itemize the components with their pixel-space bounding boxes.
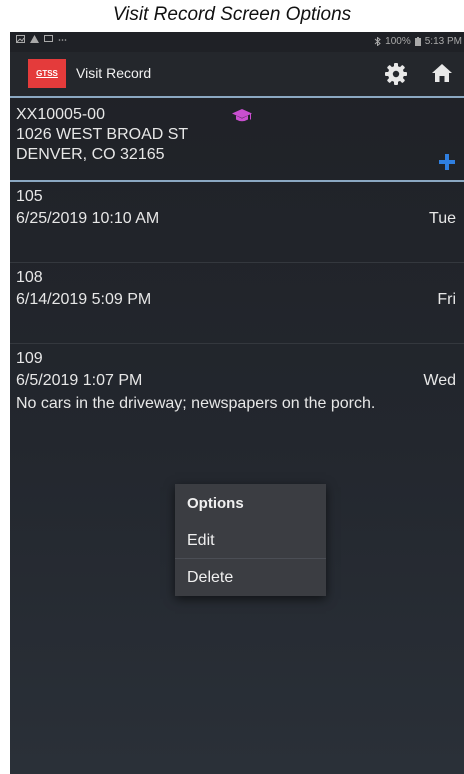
visit-id: 105 <box>16 188 43 205</box>
more-notifications-icon <box>58 39 67 41</box>
device-screen: 100% 5:13 PM GTSS Visit Record XX10005-0… <box>10 32 464 774</box>
options-context-menu: Options Edit Delete <box>175 484 326 596</box>
visit-datetime: 6/25/2019 10:10 AM <box>16 210 160 227</box>
menu-item-edit[interactable]: Edit <box>175 524 326 558</box>
warning-notification-icon <box>30 35 39 43</box>
status-indicators: 100% 5:13 PM <box>374 36 462 47</box>
visit-datetime: 6/5/2019 1:07 PM <box>16 372 143 389</box>
visit-datetime: 6/14/2019 5:09 PM <box>16 291 152 308</box>
app-title: Visit Record <box>76 65 152 81</box>
visit-day: Fri <box>437 291 456 308</box>
visit-row[interactable]: 108 6/14/2019 5:09 PM Fri <box>10 263 464 344</box>
account-header: XX10005-00 1026 WEST BROAD ST DENVER, CO… <box>10 98 464 182</box>
visit-row[interactable]: 105 6/25/2019 10:10 AM Tue <box>10 182 464 263</box>
battery-icon <box>414 37 421 46</box>
visit-id: 109 <box>16 350 43 367</box>
message-notification-icon <box>44 35 53 42</box>
app-logo: GTSS <box>28 59 66 88</box>
menu-item-delete[interactable]: Delete <box>175 561 326 595</box>
address-line-2: DENVER, CO 32165 <box>16 146 165 163</box>
visit-id: 108 <box>16 269 43 286</box>
menu-title: Options <box>187 495 244 512</box>
visit-day: Tue <box>429 210 456 227</box>
menu-divider <box>175 558 326 559</box>
app-bar: GTSS Visit Record <box>10 52 464 98</box>
visit-row[interactable]: 109 6/5/2019 1:07 PM Wed No cars in the … <box>10 344 464 448</box>
menu-item-label: Delete <box>187 569 234 586</box>
address-line-1: 1026 WEST BROAD ST <box>16 126 189 143</box>
plus-icon[interactable] <box>438 153 456 171</box>
visit-day: Wed <box>423 372 456 389</box>
bluetooth-icon <box>374 37 381 46</box>
visit-note: No cars in the driveway; newspapers on t… <box>16 395 376 412</box>
status-time: 5:13 PM <box>424 36 462 47</box>
menu-item-label: Edit <box>187 532 215 549</box>
battery-percent: 100% <box>385 36 411 47</box>
gear-icon[interactable] <box>384 62 408 86</box>
status-notifications <box>16 35 67 43</box>
image-notification-icon <box>16 35 25 43</box>
graduation-cap-icon <box>232 109 252 122</box>
account-number: XX10005-00 <box>16 106 105 123</box>
figure-caption: Visit Record Screen Options <box>112 4 352 25</box>
status-bar: 100% 5:13 PM <box>10 32 464 52</box>
home-icon[interactable] <box>430 61 454 85</box>
